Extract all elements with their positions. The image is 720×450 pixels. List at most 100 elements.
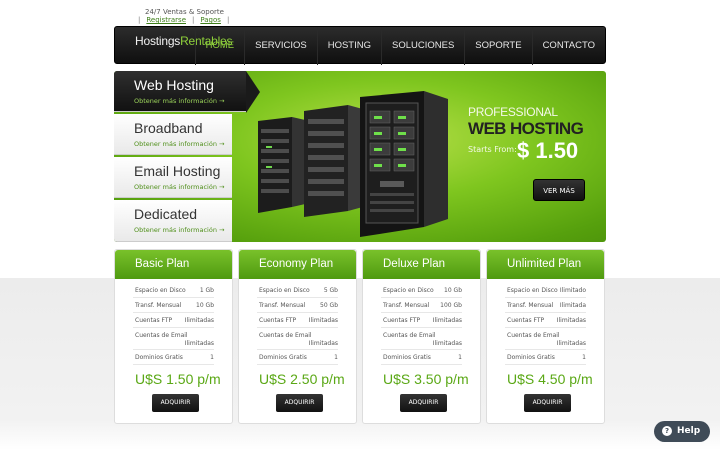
payments-link[interactable]: Pagos [200,16,221,24]
plan-title: Basic Plan [115,250,232,279]
support-text: 24/7 Ventas & Soporte [145,8,224,16]
row-value: Ilimitadas [184,340,214,347]
logo-text-1: Hostings [135,34,181,48]
hero-tab-email-hosting[interactable]: Email Hosting Obtener más información → [114,157,232,198]
row-label: Transf. Mensual [507,302,554,309]
plan-row-email: Cuentas de Email Ilimitadas [381,328,462,350]
ver-mas-button[interactable]: VER MÁS [533,179,585,201]
plan-row-email: Cuentas de Email Ilimitadas [133,328,214,350]
row-value: Ilimitadas [556,317,586,324]
row-label: Espacio en Disco [135,287,186,294]
nav-item-servicios[interactable]: SERVICIOS [244,27,317,65]
row-value: 10 Gb [444,287,462,294]
main-navbar: HostingsRentables HOME SERVICIOS HOSTING… [114,26,606,65]
adquirir-button[interactable]: ADQUIRIR [152,394,199,412]
question-icon: ? [662,425,672,436]
row-value: 50 Gb [320,302,338,309]
plan-row-ftp: Cuentas FTP Ilimitadas [505,313,586,328]
hero-tab-broadband[interactable]: Broadband Obtener más información → [114,114,232,155]
hero-tab-link[interactable]: Obtener más información → [134,226,224,234]
plan-row-domains: Dominios Gratis 1 [257,350,338,365]
plan-card-deluxe: Deluxe Plan Espacio en Disco 10 Gb Transf… [362,249,481,424]
plan-row-disk: Espacio en Disco Ilimitado [505,283,586,298]
servers-image [258,91,448,237]
row-value: Ilimitado [559,287,586,294]
row-value: 1 [458,354,462,361]
plan-row-transfer: Transf. Mensual Ilimitada [505,298,586,313]
help-label: Help [677,426,701,436]
adquirir-button[interactable]: ADQUIRIR [524,394,571,412]
plan-price: U$S 3.50 p/m [383,371,469,387]
row-value: 10 Gb [196,302,214,309]
row-value: Ilimitada [559,302,586,309]
row-value: 5 Gb [323,287,338,294]
plan-row-transfer: Transf. Mensual 100 Gb [381,298,462,313]
row-value: 1 [210,354,214,361]
separator: | [226,16,230,24]
plan-row-transfer: Transf. Mensual 50 Gb [257,298,338,313]
row-value: 1 [582,354,586,361]
server-front [360,91,448,237]
row-label: Cuentas de Email [135,332,188,339]
row-label: Dominios Gratis [383,354,431,361]
row-label: Dominios Gratis [507,354,555,361]
plan-row-domains: Dominios Gratis 1 [133,350,214,365]
nav-item-contacto[interactable]: CONTACTO [531,27,605,65]
hero-tab-title: Email Hosting [134,163,221,179]
plan-row-domains: Dominios Gratis 1 [505,350,586,365]
hero-tab-web-hosting[interactable]: Web Hosting Obtener más información → [114,71,260,113]
row-value: 1 [334,354,338,361]
plan-row-ftp: Cuentas FTP Ilimitadas [381,313,462,328]
hero-headline-2: WEB HOSTING [468,119,584,138]
adquirir-button[interactable]: ADQUIRIR [400,394,447,412]
separator: | [192,16,195,24]
row-label: Espacio en Disco [259,287,310,294]
plan-row-disk: Espacio en Disco 10 Gb [381,283,462,298]
plan-card-economy: Economy Plan Espacio en Disco 5 Gb Transf… [238,249,357,424]
hero-tab-link[interactable]: Obtener más información → [134,183,224,191]
row-label: Cuentas FTP [135,317,173,324]
row-label: Espacio en Disco [507,287,558,294]
plan-price: U$S 2.50 p/m [259,371,345,387]
hero-price: $ 1.50 [517,138,579,163]
row-label: Cuentas FTP [507,317,545,324]
nav-menu: HOME SERVICIOS HOSTING SOLUCIONES SOPORT… [194,27,605,65]
hero-headline-1: PROFESSIONAL [468,105,558,119]
plan-price: U$S 4.50 p/m [507,371,593,387]
top-links: | Registrarse | Pagos | [138,16,229,24]
plan-row-email: Cuentas de Email Ilimitadas [505,328,586,350]
row-label: Cuentas de Email [383,332,436,339]
hero-tab-link[interactable]: Obtener más información → [134,97,224,105]
nav-item-soporte[interactable]: SOPORTE [464,27,531,65]
hero-starts-from: Starts From: [468,145,517,154]
nav-item-hosting[interactable]: HOSTING [316,27,381,65]
adquirir-button[interactable]: ADQUIRIR [276,394,323,412]
plan-price: U$S 1.50 p/m [135,371,221,387]
plan-row-domains: Dominios Gratis 1 [381,350,462,365]
plan-row-disk: Espacio en Disco 1 Gb [133,283,214,298]
plan-title: Economy Plan [239,250,356,279]
row-value: Ilimitadas [184,317,214,324]
plan-row-disk: Espacio en Disco 5 Gb [257,283,338,298]
row-label: Cuentas FTP [383,317,421,324]
plan-card-basic: Basic Plan Espacio en Disco 1 Gb Transf. … [114,249,233,424]
row-label: Dominios Gratis [135,354,183,361]
hero-banner: Web Hosting Obtener más información → Br… [114,71,606,242]
help-button[interactable]: ? Help [654,421,710,442]
row-label: Transf. Mensual [259,302,306,309]
plan-row-ftp: Cuentas FTP Ilimitadas [133,313,214,328]
hero-tab-dedicated[interactable]: Dedicated Obtener más información → [114,200,232,242]
row-value: Ilimitadas [308,317,338,324]
separator: | [138,16,141,24]
nav-item-soluciones[interactable]: SOLUCIONES [380,27,464,65]
row-value: Ilimitadas [308,340,338,347]
row-label: Cuentas FTP [259,317,297,324]
hero-tab-link[interactable]: Obtener más información → [134,140,224,148]
register-link[interactable]: Registrarse [146,16,186,24]
nav-item-home[interactable]: HOME [194,27,245,65]
plan-title: Unlimited Plan [487,250,604,279]
plan-row-email: Cuentas de Email Ilimitadas [257,328,338,350]
row-label: Cuentas de Email [259,332,312,339]
hero-tabs: Web Hosting Obtener más información → Br… [114,71,260,242]
plan-row-transfer: Transf. Mensual 10 Gb [133,298,214,313]
